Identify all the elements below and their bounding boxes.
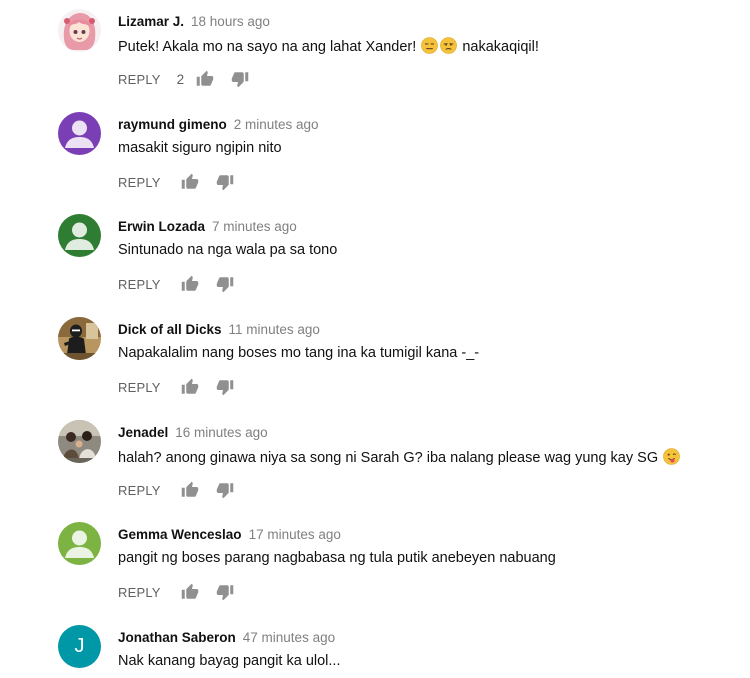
author-line: Dick of all Dicks 11 minutes ago [118,321,320,339]
author-line: Jonathan Saberon 47 minutes ago [118,629,335,647]
comment-time[interactable]: 47 minutes ago [243,630,335,645]
thumbs-up-icon[interactable] [181,173,199,191]
author-name[interactable]: Dick of all Dicks [118,322,222,337]
comment-actions: REPLY [118,171,234,193]
avatar-initial: J [74,635,85,657]
avatar[interactable] [58,214,101,257]
comment-item: Dick of all Dicks 11 minutes ago Napakala… [0,308,750,408]
comment-text: Putek! Akala mo na sayo na ang lahat Xan… [118,37,539,55]
comment-time[interactable]: 17 minutes ago [249,527,341,542]
author-line: Erwin Lozada 7 minutes ago [118,218,297,236]
thumbs-up-icon[interactable] [196,70,214,88]
expressionless-face-emoji [421,37,439,54]
avatar[interactable]: J [58,625,101,668]
comment-text: Nak kanang bayag pangit ka ulol... [118,653,341,669]
unamused-face-emoji [440,37,458,54]
reply-button[interactable]: REPLY [118,585,161,600]
author-name[interactable]: Jonathan Saberon [118,630,236,645]
group-photo-avatar-image [58,420,101,463]
comment-text-part: nakakaqiqil! [458,39,539,55]
avatar[interactable] [58,317,101,360]
reply-button[interactable]: REPLY [118,483,161,498]
author-name[interactable]: Lizamar J. [118,14,184,29]
comment-item: raymund gimeno 2 minutes ago masakit sigu… [0,103,750,203]
comment-item: Lizamar J. 18 hours ago Putek! Akala mo n… [0,0,750,100]
comment-item: Jenadel 16 minutes ago halah? anong ginaw… [0,411,750,511]
reply-button[interactable]: REPLY [118,380,161,395]
comment-actions: REPLY 2 [118,68,249,90]
comment-item: Gemma Wenceslao 17 minutes ago pangit ng … [0,513,750,613]
author-line: Gemma Wenceslao 17 minutes ago [118,526,341,544]
comment-actions: REPLY [118,479,234,501]
avatar[interactable] [58,522,101,565]
author-line: Lizamar J. 18 hours ago [118,13,270,31]
default-person-icon [58,112,101,155]
comment-time[interactable]: 2 minutes ago [234,117,319,132]
reply-button[interactable]: REPLY [118,175,161,190]
comment-time[interactable]: 18 hours ago [191,14,270,29]
author-name[interactable]: Gemma Wenceslao [118,527,242,542]
anime-girl-avatar-image [58,9,101,52]
author-line: Jenadel 16 minutes ago [118,424,268,442]
comment-item: J Jonathan Saberon 47 minutes ago Nak kan… [0,616,750,678]
thumbs-down-icon[interactable] [216,173,234,191]
default-person-icon [58,214,101,257]
default-person-icon [58,522,101,565]
thumbs-down-icon[interactable] [216,378,234,396]
comment-actions: REPLY [118,273,234,295]
thumbs-down-icon[interactable] [216,583,234,601]
like-count: 2 [176,71,185,87]
avatar[interactable] [58,9,101,52]
comment-time[interactable]: 7 minutes ago [212,219,297,234]
author-line: raymund gimeno 2 minutes ago [118,116,319,134]
comment-text-part: halah? anong ginawa niya sa song ni Sara… [118,450,663,466]
comment-actions: REPLY [118,581,234,603]
thumbs-up-icon[interactable] [181,275,199,293]
author-name[interactable]: raymund gimeno [118,117,227,132]
comment-text: Sintunado na nga wala pa sa tono [118,242,338,258]
thumbs-up-icon[interactable] [181,583,199,601]
thumbs-down-icon[interactable] [216,275,234,293]
thumbs-up-icon[interactable] [181,378,199,396]
author-name[interactable]: Jenadel [118,425,168,440]
comment-item: Erwin Lozada 7 minutes ago Sintunado na n… [0,205,750,305]
comment-text: masakit siguro ngipin nito [118,140,282,156]
thumbs-up-icon[interactable] [181,481,199,499]
figure-photo-avatar-image [58,317,101,360]
comment-actions: REPLY [118,376,234,398]
reply-button[interactable]: REPLY [118,277,161,292]
comment-list: Lizamar J. 18 hours ago Putek! Akala mo n… [0,0,750,678]
author-name[interactable]: Erwin Lozada [118,219,205,234]
comment-text-part: Putek! Akala mo na sayo na ang lahat Xan… [118,39,421,55]
comment-text: Napakalalim nang boses mo tang ina ka tu… [118,345,480,361]
thumbs-down-icon[interactable] [216,481,234,499]
tongue-wink-face-emoji [663,448,680,465]
avatar[interactable] [58,420,101,463]
comment-text: pangit ng boses parang nagbabasa ng tula… [118,550,556,566]
comment-text: halah? anong ginawa niya sa song ni Sara… [118,448,681,466]
thumbs-down-icon[interactable] [231,70,249,88]
comment-time[interactable]: 16 minutes ago [175,425,267,440]
avatar[interactable] [58,112,101,155]
comment-time[interactable]: 11 minutes ago [229,322,320,337]
reply-button[interactable]: REPLY [118,72,161,87]
